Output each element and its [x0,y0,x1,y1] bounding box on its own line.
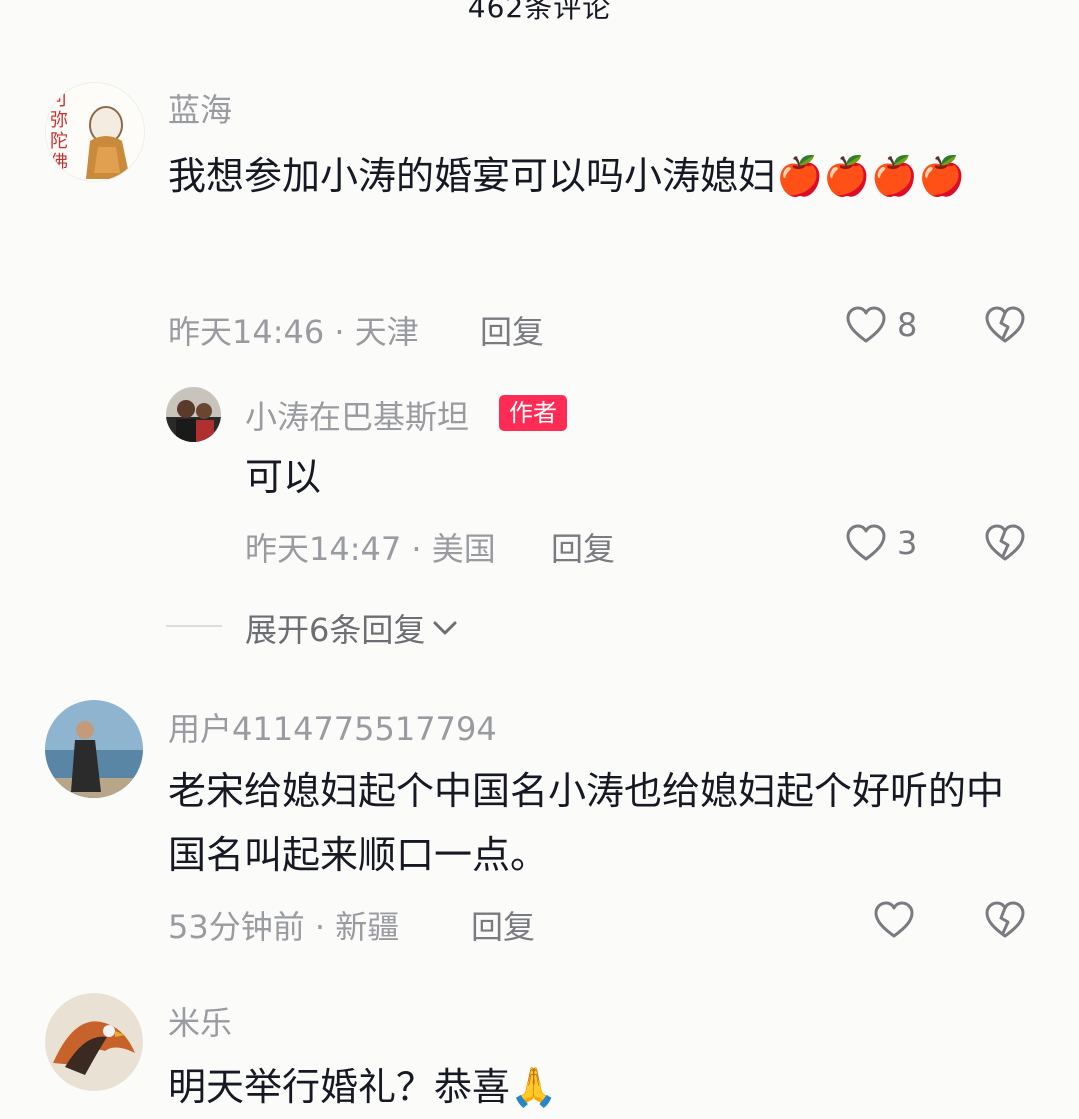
heart-outline-icon [845,305,887,345]
avatar[interactable] [45,993,143,1091]
like-button[interactable]: 8 [845,305,917,345]
comment-username[interactable]: 用户4114775517794 [168,704,497,750]
reply-button[interactable]: 回复 [480,307,544,353]
comment-content[interactable]: 我想参加小涛的婚宴可以吗小涛媳妇🍎🍎🍎🍎 [168,144,1028,208]
comment-time-location: 昨天14:46 · 天津 [168,313,419,351]
reply-button[interactable]: 回复 [471,902,535,948]
expand-replies-button[interactable]: 展开6条回复 [245,605,459,651]
reply-content[interactable]: 可以 [245,445,321,509]
broken-heart-icon[interactable] [984,523,1026,563]
like-button[interactable]: 3 [845,523,917,563]
comment-username[interactable]: 米乐 [168,998,232,1044]
comment-time-location: 53分钟前 · 新疆 [168,908,400,946]
avatar-text: 可弥陀佛 [50,89,68,173]
comments-count-title: 462条评论 [467,0,612,24]
avatar[interactable] [45,700,143,798]
like-count: 3 [897,524,918,562]
divider [166,625,222,627]
comment-content[interactable]: 明天举行婚礼？恭喜🙏 [168,1055,1028,1119]
avatar[interactable]: 可弥陀佛 [45,82,145,182]
reply-time-location: 昨天14:47 · 美国 [245,530,496,568]
heart-outline-icon [845,523,887,563]
broken-heart-icon[interactable] [984,305,1026,345]
chevron-down-icon [431,618,459,638]
reply-button[interactable]: 回复 [551,524,615,570]
author-badge: 作者 [499,395,567,431]
reply-username[interactable]: 小涛在巴基斯坦 [245,392,469,438]
comment-username[interactable]: 蓝海 [168,85,232,131]
broken-heart-icon[interactable] [984,900,1026,940]
heart-outline-icon[interactable] [873,900,915,940]
like-count: 8 [897,306,918,344]
avatar[interactable] [166,387,221,442]
comment-content[interactable]: 老宋给媳妇起个中国名小涛也给媳妇起个好听的中国名叫起来顺口一点。 [168,759,1038,887]
expand-replies-label: 展开6条回复 [245,611,426,649]
